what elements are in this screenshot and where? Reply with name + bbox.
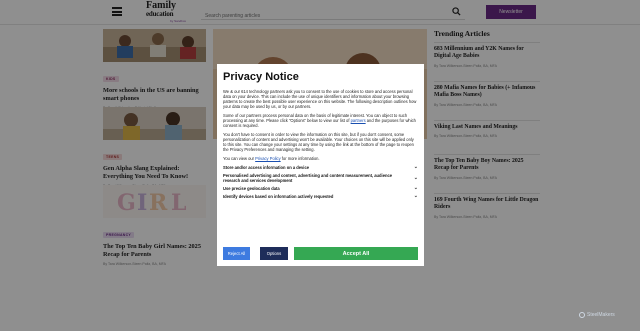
dialog-actions: Reject All Options Accept All bbox=[223, 247, 418, 260]
purpose-row[interactable]: Use precise geolocation data ⌄ bbox=[223, 186, 418, 192]
privacy-policy-paragraph: You can view our Privacy Policy for more… bbox=[223, 156, 320, 161]
purpose-row[interactable]: Store and/or access information on a dev… bbox=[223, 165, 418, 171]
no-consent-paragraph: You don't have to consent in order to vi… bbox=[223, 132, 414, 152]
purpose-label: Use precise geolocation data bbox=[223, 186, 280, 191]
partners-link[interactable]: partners bbox=[351, 118, 366, 123]
chevron-down-icon[interactable]: ⌄ bbox=[414, 165, 418, 170]
chevron-down-icon[interactable]: ⌄ bbox=[414, 175, 418, 181]
watermark-icon bbox=[579, 312, 585, 318]
purpose-row[interactable]: Personalised advertising and content, ad… bbox=[223, 173, 418, 183]
privacy-notice-dialog: Privacy Notice We & our 614 technology p… bbox=[217, 64, 424, 266]
consent-paragraph: We & our 614 technology partners ask you… bbox=[223, 89, 417, 109]
options-button[interactable]: Options bbox=[260, 247, 288, 260]
legitimate-interest-paragraph: Some of our partners process personal da… bbox=[223, 113, 416, 128]
watermark: SteelMakers bbox=[579, 312, 615, 318]
purpose-label: Store and/or access information on a dev… bbox=[223, 165, 309, 170]
purpose-label: Personalised advertising and content, ad… bbox=[223, 173, 393, 183]
privacy-policy-link[interactable]: Privacy Policy bbox=[255, 156, 280, 161]
chevron-down-icon[interactable]: ⌄ bbox=[414, 186, 418, 191]
chevron-down-icon[interactable]: ⌄ bbox=[414, 194, 418, 199]
dialog-title: Privacy Notice bbox=[223, 71, 299, 83]
purpose-row[interactable]: Identify devices based on information ac… bbox=[223, 194, 418, 200]
reject-all-button[interactable]: Reject All bbox=[223, 247, 250, 260]
purpose-label: Identify devices based on information ac… bbox=[223, 194, 334, 199]
accept-all-button[interactable]: Accept All bbox=[294, 247, 418, 260]
